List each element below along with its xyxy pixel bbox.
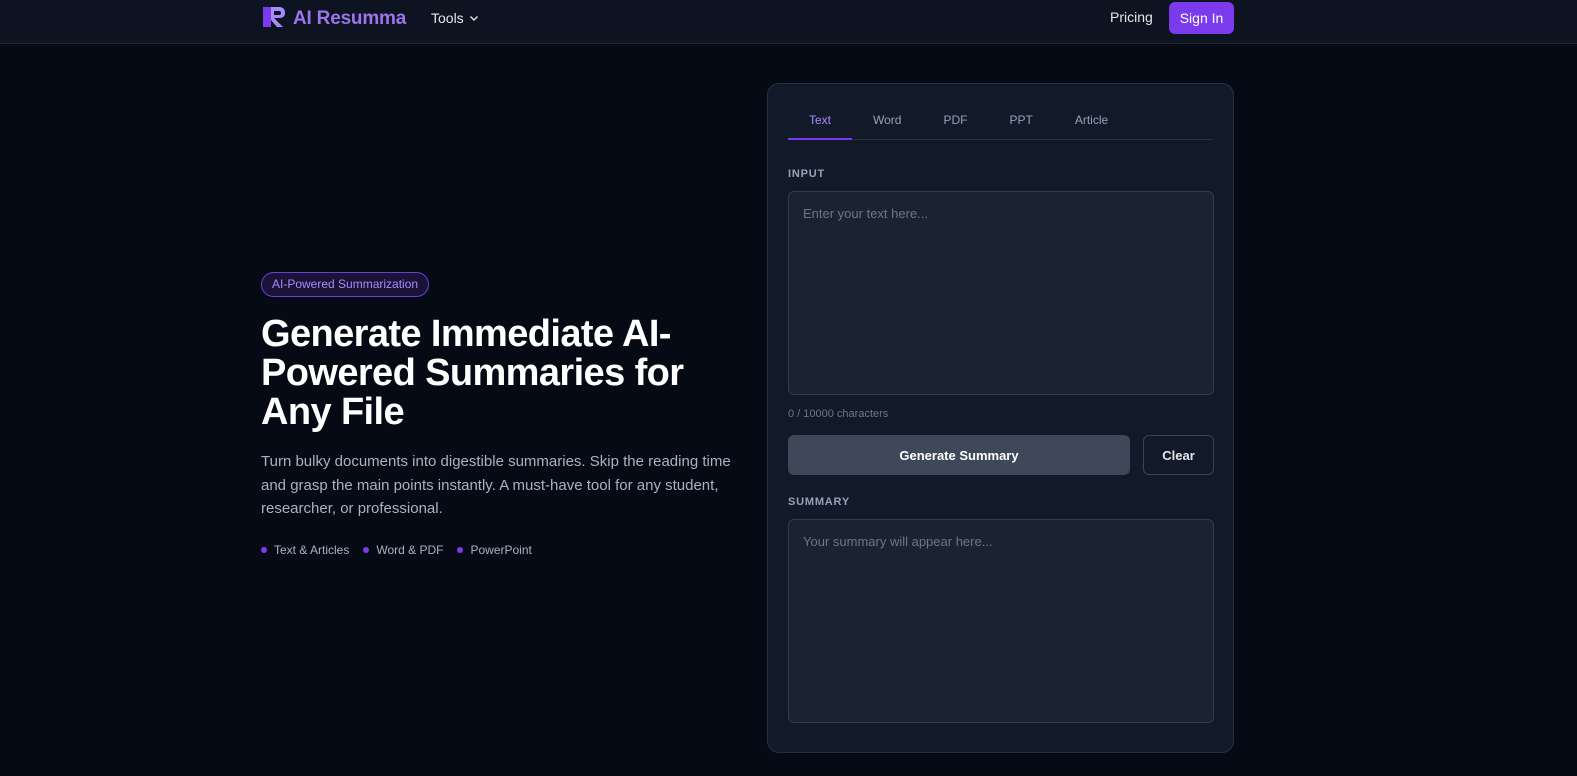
input-textarea[interactable]: [788, 191, 1214, 395]
hero-section: AI-Powered Summarization Generate Immedi…: [261, 272, 731, 557]
bullet-dot-icon: [363, 546, 370, 553]
input-label: INPUT: [788, 168, 825, 180]
feature-item: Word & PDF: [363, 543, 443, 557]
bullet-dot-icon: [261, 546, 267, 553]
tab-article[interactable]: Article: [1054, 102, 1129, 140]
logo-icon: [261, 4, 287, 35]
sign-in-button[interactable]: Sign In: [1169, 2, 1234, 34]
top-nav: AI Resumma Tools Pricing Sign In: [0, 0, 1577, 44]
summarizer-card: Text Word PDF PPT Article INPUT 0 / 1000…: [767, 83, 1234, 753]
pricing-link[interactable]: Pricing: [1110, 9, 1153, 25]
tab-text[interactable]: Text: [788, 102, 853, 140]
tab-ppt[interactable]: PPT: [988, 102, 1053, 140]
feature-label: Word & PDF: [376, 542, 444, 557]
feature-list: Text & Articles Word & PDF PowerPoint: [261, 543, 731, 557]
input-type-tabs: Text Word PDF PPT Article: [788, 102, 1213, 140]
brand-logo[interactable]: AI Resumma: [261, 6, 406, 32]
brand-name: AI Resumma: [293, 8, 407, 29]
tools-dropdown[interactable]: Tools: [431, 9, 479, 27]
feature-label: Text & Articles: [274, 542, 350, 557]
bullet-dot-icon: [457, 546, 464, 553]
summary-output[interactable]: [788, 519, 1214, 723]
tools-label: Tools: [431, 10, 464, 26]
summary-label: SUMMARY: [788, 496, 851, 508]
tab-word[interactable]: Word: [852, 102, 922, 140]
clear-button[interactable]: Clear: [1143, 435, 1214, 475]
feature-item: PowerPoint: [457, 542, 532, 557]
hero-description: Turn bulky documents into digestible sum…: [261, 453, 731, 517]
hero-title: Generate Immediate AI-Powered Summaries …: [261, 313, 684, 433]
character-count: 0 / 10000 characters: [788, 408, 889, 420]
tab-pdf[interactable]: PDF: [922, 102, 988, 140]
generate-summary-button[interactable]: Generate Summary: [788, 435, 1130, 475]
chevron-down-icon: [469, 10, 479, 26]
feature-label: PowerPoint: [470, 542, 532, 557]
hero-badge: AI-Powered Summarization: [261, 272, 430, 297]
feature-item: Text & Articles: [261, 543, 349, 557]
